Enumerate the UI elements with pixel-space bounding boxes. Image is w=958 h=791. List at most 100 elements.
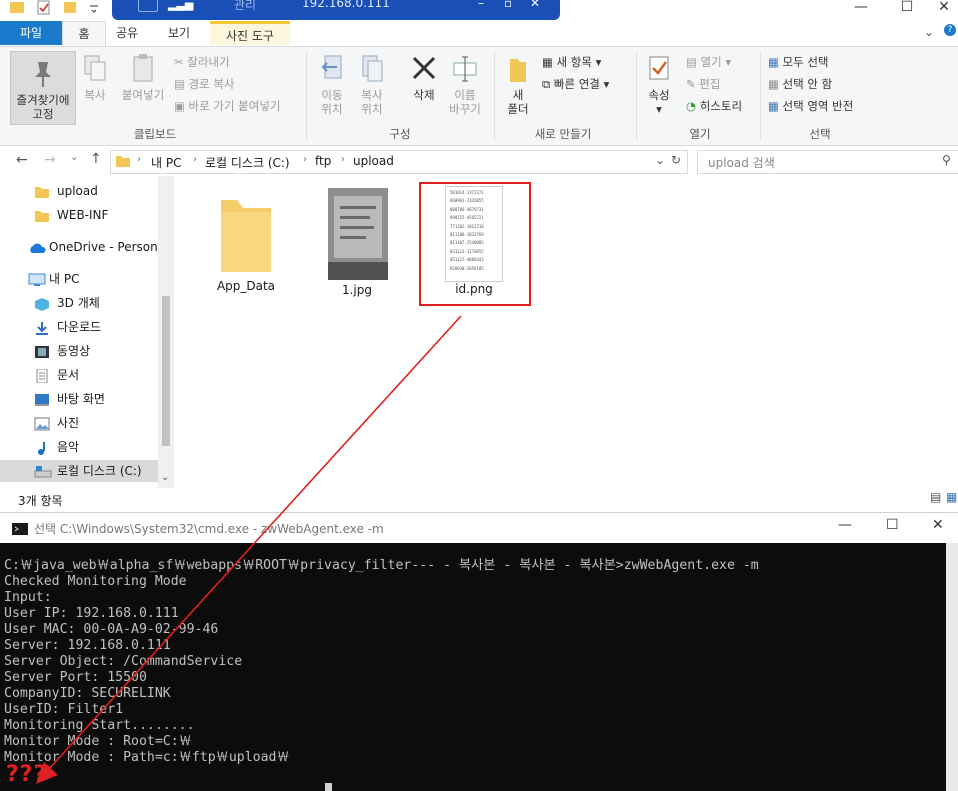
nav-item[interactable]: 내 PC bbox=[0, 268, 158, 290]
new-folder-label: 새 폴더 bbox=[507, 88, 529, 116]
maximize-button[interactable]: ☐ bbox=[884, 0, 930, 20]
search-icon[interactable]: ⚲ bbox=[942, 153, 951, 167]
breadcrumb-upload[interactable]: upload bbox=[353, 154, 394, 168]
address-dropdown-icon[interactable]: ⌄ bbox=[655, 153, 665, 167]
select-group-label: 선택 bbox=[809, 127, 831, 141]
pin-icon[interactable] bbox=[138, 0, 158, 12]
large-icons-view-icon[interactable]: ▦ bbox=[946, 490, 957, 504]
history-button[interactable]: ◔ 히스토리 bbox=[686, 99, 742, 113]
nav-scrollbar[interactable]: ⌄ bbox=[158, 176, 174, 488]
paste-shortcut-button[interactable]: ▣ 바로 가기 붙여넣기 bbox=[174, 99, 280, 113]
id-thumbnail-line: 771202-1812710 bbox=[450, 223, 484, 229]
new-item-icon: ▦ bbox=[542, 55, 557, 69]
easy-access-button[interactable]: ⧉ 빠른 연결 ▾ bbox=[542, 77, 609, 91]
nav-item[interactable]: 로컬 디스크 (C:) bbox=[0, 460, 158, 482]
nav-item[interactable]: 음악 bbox=[0, 436, 158, 458]
file-item[interactable]: App_Data bbox=[210, 192, 282, 293]
dropdown-arrow-icon: ▾ bbox=[603, 77, 610, 91]
tab-file[interactable]: 파일 bbox=[0, 21, 62, 45]
nav-item[interactable]: 다운로드 bbox=[0, 316, 158, 338]
new-folder-button[interactable]: 새 폴더 bbox=[500, 53, 536, 116]
recent-locations-icon[interactable]: ⌄ bbox=[70, 152, 78, 163]
nav-item-label: 문서 bbox=[57, 368, 80, 382]
rename-button[interactable]: 이름 바꾸기 bbox=[444, 53, 486, 116]
scroll-down-icon[interactable]: ⌄ bbox=[161, 472, 169, 483]
quick-access-toolbar[interactable] bbox=[6, 0, 106, 20]
document-icon bbox=[34, 368, 50, 384]
manage-tab[interactable]: 관리 bbox=[234, 0, 256, 13]
select-all-button[interactable]: ▦ 모두 선택 bbox=[768, 55, 829, 69]
file-item[interactable]: 1.jpg bbox=[312, 186, 402, 297]
desktop-icon bbox=[34, 392, 50, 406]
refresh-icon[interactable]: ↻ bbox=[671, 153, 681, 167]
folder-icon bbox=[34, 208, 50, 222]
cmd-minimize-button[interactable]: — bbox=[838, 517, 852, 533]
file-item[interactable]: 581014-1372371 860901-2326855 080706-46797… bbox=[430, 186, 518, 296]
cmd-scrollbar[interactable] bbox=[946, 543, 958, 791]
breadcrumb-pc[interactable]: 내 PC bbox=[151, 154, 181, 171]
id-thumbnail-line: 011100-1832769 bbox=[450, 232, 484, 238]
console-line: Checked Monitoring Mode bbox=[4, 574, 187, 589]
close-remote-icon[interactable]: ✕ bbox=[530, 0, 540, 10]
remote-connection-bar[interactable]: ▂▃▅ 관리 192.168.0.111 – ▫ ✕ bbox=[112, 0, 560, 20]
search-box[interactable]: upload 검색 ⚲ bbox=[697, 150, 958, 174]
nav-item[interactable]: 사진 bbox=[0, 412, 158, 434]
video-icon bbox=[34, 344, 50, 358]
cmd-close-button[interactable]: ✕ bbox=[932, 517, 944, 533]
breadcrumb-local-disk[interactable]: 로컬 디스크 (C:) bbox=[205, 154, 290, 171]
paste-button[interactable]: 붙여넣기 bbox=[116, 53, 170, 102]
download-icon bbox=[34, 320, 50, 335]
select-none-button[interactable]: ▦ 선택 안 함 bbox=[768, 77, 832, 91]
nav-item[interactable]: WEB-INF bbox=[0, 204, 158, 226]
pictures-icon bbox=[34, 416, 50, 431]
new-folder-icon bbox=[510, 59, 526, 82]
invert-selection-icon: ▦ bbox=[768, 99, 783, 113]
cmd-maximize-button[interactable]: ☐ bbox=[886, 517, 899, 533]
paste-shortcut-icon: ▣ bbox=[174, 99, 189, 113]
nav-item[interactable]: OneDrive - Personal bbox=[0, 236, 168, 258]
tab-share[interactable]: 공유 bbox=[106, 21, 148, 45]
move-to-button[interactable]: 이동 위치 bbox=[312, 53, 352, 116]
properties-label: 속성 bbox=[648, 88, 670, 102]
nav-item-label: upload bbox=[57, 184, 98, 198]
tab-picture-tools[interactable]: 사진 도구 bbox=[210, 21, 290, 45]
properties-button[interactable]: 속성 ▾ bbox=[640, 53, 678, 116]
breadcrumb-ftp[interactable]: ftp bbox=[315, 154, 331, 168]
dropdown-arrow-icon: ▾ bbox=[595, 55, 602, 69]
forward-arrow-icon[interactable]: → bbox=[44, 152, 56, 168]
minimize-remote-icon[interactable]: – bbox=[478, 0, 484, 10]
invert-selection-button[interactable]: ▦ 선택 영역 반전 bbox=[768, 99, 853, 113]
nav-item[interactable]: 문서 bbox=[0, 364, 158, 386]
delete-button[interactable]: 삭제 bbox=[404, 53, 444, 102]
cut-button[interactable]: ✂ 잘라내기 bbox=[174, 55, 230, 69]
help-icon[interactable]: ? bbox=[944, 24, 956, 36]
nav-item[interactable]: 바탕 화면 bbox=[0, 388, 158, 410]
cmd-console[interactable]: C:￦java_web￦alpha_sf￦webapps￦ROOT￦privac… bbox=[0, 543, 946, 791]
close-button[interactable]: ✕ bbox=[930, 0, 958, 20]
copy-button[interactable]: 복사 bbox=[78, 53, 112, 102]
ribbon-expand-icon[interactable]: ⌄ bbox=[924, 25, 934, 39]
folder-icon bbox=[116, 156, 130, 167]
details-view-icon[interactable]: ▤ bbox=[930, 490, 941, 504]
copy-path-button[interactable]: ▤ 경로 복사 bbox=[174, 77, 235, 91]
nav-item[interactable]: 동영상 bbox=[0, 340, 158, 362]
up-arrow-icon[interactable]: ↑ bbox=[90, 151, 102, 167]
address-bar[interactable]: › 내 PC › 로컬 디스크 (C:) › ftp › upload ⌄ ↻ bbox=[110, 150, 688, 174]
minimize-button[interactable]: — bbox=[838, 0, 884, 20]
open-button[interactable]: ▤ 열기 ▾ bbox=[686, 55, 731, 69]
restore-remote-icon[interactable]: ▫ bbox=[504, 0, 512, 10]
nav-scroll-thumb[interactable] bbox=[162, 296, 170, 446]
chevron-right-icon: › bbox=[303, 154, 307, 165]
pin-quick-access-button[interactable]: 즐겨찾기에 고정 bbox=[10, 51, 76, 125]
id-thumbnail-line: 581014-1372371 bbox=[450, 190, 484, 195]
cmd-title-bar: 선택 C:\Windows\System32\cmd.exe - zwWebAg… bbox=[0, 512, 958, 544]
nav-item[interactable]: 3D 개체 bbox=[0, 292, 158, 314]
rename-label: 이름 바꾸기 bbox=[449, 88, 481, 116]
edit-button[interactable]: ✎ 편집 bbox=[686, 77, 720, 91]
new-item-button[interactable]: ▦ 새 항목 ▾ bbox=[542, 55, 601, 69]
nav-item[interactable]: upload bbox=[0, 180, 158, 202]
tab-view[interactable]: 보기 bbox=[152, 21, 206, 45]
copy-to-button[interactable]: 복사 위치 bbox=[352, 53, 392, 116]
tab-home[interactable]: 홈 bbox=[62, 21, 106, 46]
back-arrow-icon[interactable]: ← bbox=[16, 152, 28, 168]
